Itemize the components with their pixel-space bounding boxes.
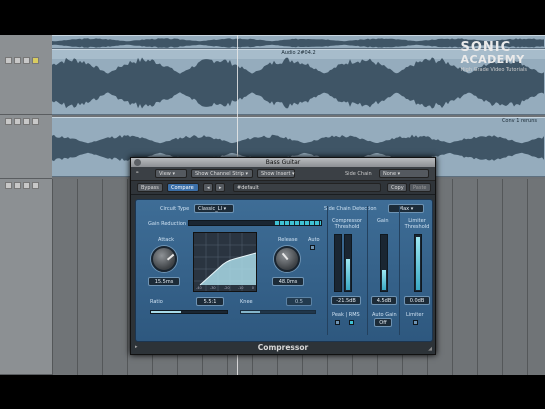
preset-menu[interactable]: #default bbox=[233, 183, 381, 192]
mute-button[interactable] bbox=[5, 182, 12, 189]
record-enable-button[interactable] bbox=[32, 118, 39, 125]
attack-label: Attack bbox=[158, 237, 174, 243]
watermark: SONIC ACADEMY High Grade Video Tutorials bbox=[461, 40, 528, 73]
bar-grid-line bbox=[527, 179, 528, 375]
divider bbox=[399, 206, 400, 335]
plugin-header-bar: ⚭ View ▾ Show Channel Strip ▾ Show Inser… bbox=[131, 167, 435, 181]
auto-gain-select[interactable]: Off bbox=[374, 318, 392, 327]
compressor-threshold-value[interactable]: -21.5dB bbox=[331, 296, 361, 305]
paste-button[interactable]: Paste bbox=[409, 183, 431, 192]
rms-button[interactable] bbox=[349, 320, 354, 325]
limiter-threshold-label: Limiter Threshold bbox=[404, 218, 430, 230]
plugin-name-footer: Compressor bbox=[257, 343, 309, 352]
bypass-button[interactable]: Bypass bbox=[137, 183, 163, 192]
side-chain-label: Side Chain bbox=[345, 171, 372, 177]
track-header-1[interactable] bbox=[0, 35, 52, 115]
compressor-plugin-window[interactable]: Bass Guitar ⚭ View ▾ Show Channel Strip … bbox=[130, 157, 436, 355]
release-value[interactable]: 48.0ms bbox=[272, 277, 304, 286]
copy-button[interactable]: Copy bbox=[387, 183, 407, 192]
previous-preset-button[interactable]: ◂ bbox=[203, 183, 213, 192]
record-enable-button[interactable] bbox=[32, 182, 39, 189]
circuit-type-label: Circuit Type bbox=[160, 206, 190, 212]
release-knob[interactable] bbox=[274, 246, 300, 272]
bar-grid-line bbox=[127, 179, 128, 375]
bar-grid-line bbox=[102, 179, 103, 375]
watermark-line3: High Grade Video Tutorials bbox=[460, 67, 528, 73]
watermark-line2: ACADEMY bbox=[460, 53, 525, 66]
side-chain-detection-select[interactable]: Max ▾ bbox=[388, 204, 424, 213]
record-enable-button[interactable] bbox=[32, 57, 39, 64]
divider bbox=[327, 206, 328, 335]
peak-button[interactable] bbox=[335, 320, 340, 325]
limiter-toggle[interactable] bbox=[413, 320, 418, 325]
link-icon[interactable]: ⚭ bbox=[135, 170, 139, 176]
ratio-value[interactable]: 5.5:1 bbox=[196, 297, 224, 306]
ratio-label: Ratio bbox=[150, 299, 163, 305]
compressor-threshold-slider[interactable] bbox=[344, 234, 352, 292]
knee-slider[interactable] bbox=[240, 310, 316, 314]
compressor-threshold-label: Compressor Threshold bbox=[332, 218, 362, 230]
limiter-threshold-slider[interactable] bbox=[414, 234, 422, 292]
track-header-3[interactable] bbox=[0, 179, 52, 375]
gain-reduction-meter bbox=[188, 220, 322, 226]
circuit-type-select[interactable]: Classic_LI ▾ bbox=[194, 204, 234, 213]
attack-value[interactable]: 15.5ms bbox=[148, 277, 180, 286]
track-headers bbox=[0, 35, 52, 375]
limiter-label: Limiter bbox=[406, 312, 424, 318]
daw-screen: Audio 2#04.2 Conv 1 reruns SONIC ACADEMY… bbox=[0, 0, 545, 409]
resize-handle-icon[interactable]: ◢ bbox=[428, 346, 432, 352]
gain-label: Gain bbox=[377, 218, 389, 224]
bar-grid-line bbox=[502, 179, 503, 375]
gain-reduction-fill bbox=[274, 221, 321, 225]
knee-value[interactable]: 0.5 bbox=[286, 297, 312, 306]
gain-value[interactable]: 4.5dB bbox=[371, 296, 397, 305]
plugin-preset-bar: Bypass Compare ◂ ▸ #default Copy Paste bbox=[131, 181, 435, 195]
graph-tick-label: -20 bbox=[223, 286, 230, 290]
compression-curve bbox=[194, 233, 257, 291]
limiter-threshold-value[interactable]: 0.0dB bbox=[404, 296, 430, 305]
mute-button[interactable] bbox=[5, 118, 12, 125]
plugin-title-bar[interactable]: Bass Guitar bbox=[131, 158, 435, 167]
bar-grid-line bbox=[52, 179, 53, 375]
attack-knob[interactable] bbox=[151, 246, 177, 272]
graph-tick-label: -10 bbox=[237, 286, 244, 290]
input-monitor-button[interactable] bbox=[23, 57, 30, 64]
show-insert-menu[interactable]: Show Insert ▾ bbox=[257, 169, 295, 178]
release-label: Release bbox=[278, 237, 298, 243]
auto-release-label: Auto bbox=[308, 237, 320, 243]
view-menu[interactable]: View ▾ bbox=[155, 169, 187, 178]
track-header-2[interactable] bbox=[0, 115, 52, 179]
graph-tick-label: -30 bbox=[209, 286, 216, 290]
input-monitor-button[interactable] bbox=[23, 118, 30, 125]
gain-slider[interactable] bbox=[380, 234, 388, 292]
compressor-panel: Circuit Type Classic_LI ▾ Side Chain Det… bbox=[135, 199, 433, 342]
compressor-threshold-meter bbox=[334, 234, 342, 292]
input-monitor-button[interactable] bbox=[23, 182, 30, 189]
show-channel-strip-menu[interactable]: Show Channel Strip ▾ bbox=[191, 169, 253, 178]
close-icon[interactable] bbox=[134, 159, 141, 166]
plugin-title: Bass Guitar bbox=[265, 159, 301, 166]
graph-tick-label: 0 bbox=[251, 286, 254, 290]
bar-grid-line bbox=[77, 179, 78, 375]
auto-release-checkbox[interactable] bbox=[310, 245, 315, 250]
gain-reduction-label: Gain Reduction bbox=[148, 221, 187, 227]
peak-rms-label: Peak | RMS bbox=[332, 312, 360, 318]
solo-button[interactable] bbox=[14, 118, 21, 125]
compression-curve-graph: -40 -30 -20 -10 0 bbox=[193, 232, 257, 292]
solo-button[interactable] bbox=[14, 57, 21, 64]
next-preset-button[interactable]: ▸ bbox=[215, 183, 225, 192]
side-chain-select[interactable]: None ▾ bbox=[379, 169, 429, 178]
knee-label: Knee bbox=[240, 299, 253, 305]
mute-button[interactable] bbox=[5, 57, 12, 64]
bar-grid-line bbox=[477, 179, 478, 375]
divider bbox=[367, 206, 368, 335]
bar-grid-line bbox=[452, 179, 453, 375]
side-chain-detection-label: Side Chain Detection bbox=[324, 206, 377, 212]
compare-button[interactable]: Compare bbox=[167, 183, 199, 192]
graph-tick-label: -40 bbox=[196, 286, 202, 290]
ratio-slider[interactable] bbox=[150, 310, 228, 314]
solo-button[interactable] bbox=[14, 182, 21, 189]
